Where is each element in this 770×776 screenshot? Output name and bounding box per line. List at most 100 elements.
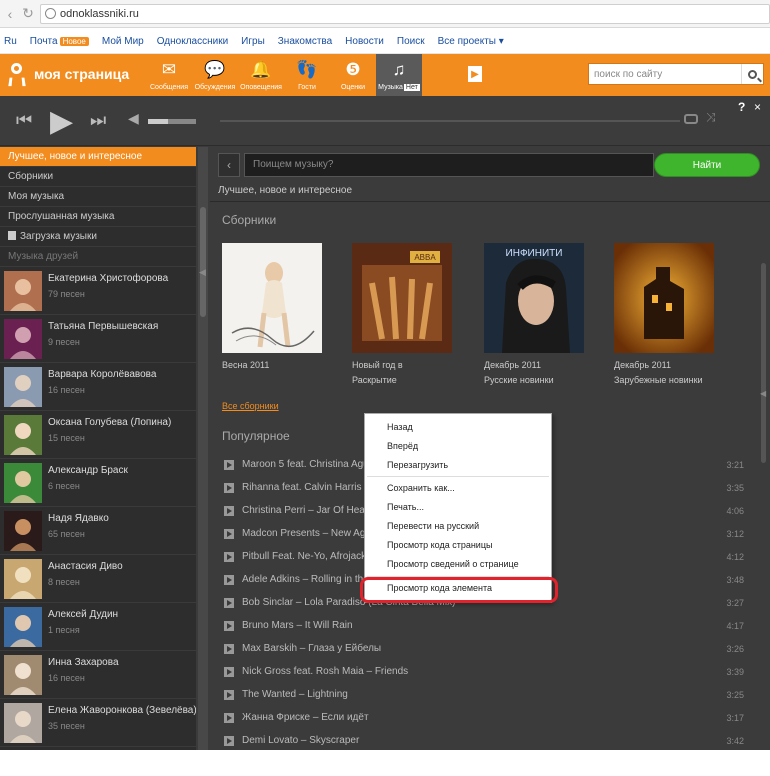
track-title: Christina Perri – Jar Of Hearts: [242, 505, 376, 516]
friend-item[interactable]: Алексей Дудин 1 песня: [0, 603, 196, 651]
play-track-icon[interactable]: [224, 483, 234, 493]
shuffle-icon[interactable]: ⤨: [706, 110, 716, 125]
nav-guests[interactable]: 👣 Гости: [284, 54, 330, 96]
volume-icon[interactable]: ◀: [128, 110, 139, 127]
portal-link-dating[interactable]: Знакомства: [278, 36, 332, 47]
scroll-arrow-icon[interactable]: ◀: [760, 389, 766, 398]
play-track-icon[interactable]: [224, 552, 234, 562]
friend-item[interactable]: Елена Жаворонкова (Зевелёва) 35 песен: [0, 699, 196, 747]
track-row[interactable]: Жанна Фриске – Если идёт 3:17: [224, 708, 744, 728]
track-duration: 3:26: [726, 644, 744, 654]
friend-song-count: 65 песен: [48, 529, 85, 539]
friend-song-count: 16 песен: [48, 385, 85, 395]
track-row[interactable]: Max Barskih – Глаза у Ейбелы 3:26: [224, 639, 744, 659]
context-save-as[interactable]: Сохранить как...: [387, 483, 455, 493]
avatar: [4, 559, 42, 599]
play-track-icon[interactable]: [224, 667, 234, 677]
nav-messages[interactable]: ✉ Сообщения: [146, 54, 192, 96]
sidebar-scrollbar[interactable]: ◀: [198, 147, 208, 750]
portal-link-search[interactable]: Поиск: [397, 36, 425, 47]
nav-ratings[interactable]: ❺ Оценки: [330, 54, 376, 96]
track-row[interactable]: Bruno Mars – It Will Rain 4:17: [224, 616, 744, 636]
music-search-input[interactable]: Поищем музыку?: [244, 153, 654, 177]
track-row[interactable]: Nick Gross feat. Rosh Maia – Friends 3:39: [224, 662, 744, 682]
close-icon[interactable]: ×: [754, 100, 761, 114]
context-translate[interactable]: Перевести на русский: [387, 521, 479, 531]
album-card[interactable]: ИНФИНИТИ Декабрь 2011 Русские новинки: [484, 243, 584, 386]
play-track-icon[interactable]: [224, 506, 234, 516]
site-search-field[interactable]: поиск по сайту: [588, 63, 764, 85]
album-cover: [614, 243, 714, 353]
play-track-icon[interactable]: [224, 621, 234, 631]
friend-item[interactable]: Варвара Королёвавова 16 песен: [0, 363, 196, 411]
portal-link-moi-mir[interactable]: Мой Мир: [102, 36, 144, 47]
play-icon[interactable]: ▶: [50, 104, 73, 139]
portal-link-all-projects[interactable]: Все проекты ▾: [438, 36, 504, 47]
address-field[interactable]: odnoklassniki.ru: [40, 3, 770, 24]
portal-link-ru[interactable]: Ru: [4, 36, 17, 47]
site-search-placeholder: поиск по сайту: [594, 68, 663, 80]
search-icon[interactable]: [741, 64, 763, 84]
friend-item[interactable]: Татьяна Первышевская 9 песен: [0, 315, 196, 363]
play-track-icon[interactable]: [224, 460, 234, 470]
back-button[interactable]: ‹: [218, 153, 240, 177]
friend-item[interactable]: Александр Браск 6 песен: [0, 459, 196, 507]
context-print[interactable]: Печать...: [387, 502, 424, 512]
track-row[interactable]: The Wanted – Lightning 3:25: [224, 685, 744, 705]
context-view-source[interactable]: Просмотр кода страницы: [387, 540, 492, 550]
album-card[interactable]: Декабрь 2011 Зарубежные новинки: [614, 243, 714, 386]
track-duration: 3:21: [726, 460, 744, 470]
globe-icon: [45, 8, 56, 19]
all-compilations-link[interactable]: Все сборники: [222, 401, 279, 411]
friend-item[interactable]: Инна Захарова 16 песен: [0, 651, 196, 699]
play-track-icon[interactable]: [224, 736, 234, 746]
scroll-arrow-icon[interactable]: ◀: [199, 267, 206, 278]
friend-item[interactable]: Надя Ядавко 65 песен: [0, 507, 196, 555]
repeat-icon[interactable]: [684, 114, 698, 124]
sidebar-item-compilations[interactable]: Сборники: [0, 167, 196, 187]
nav-notifications[interactable]: 🔔 Оповещения: [238, 54, 284, 96]
breadcrumb: Лучшее, новое и интересное: [218, 185, 353, 196]
more-arrow-icon[interactable]: ▶: [468, 66, 482, 82]
portal-link-news[interactable]: Новости: [345, 36, 384, 47]
sidebar-item-my-music[interactable]: Моя музыка: [0, 187, 196, 207]
play-track-icon[interactable]: [224, 644, 234, 654]
album-card[interactable]: Весна 2011: [222, 243, 322, 374]
context-divider: [367, 476, 549, 477]
track-progress-bar[interactable]: [220, 120, 680, 122]
next-track-icon[interactable]: ⏭: [90, 110, 106, 131]
portal-link-mail[interactable]: Почта Новое: [30, 36, 89, 47]
reload-icon[interactable]: ↻: [22, 5, 34, 22]
portal-link-odnoklassniki[interactable]: Одноклассники: [157, 36, 228, 47]
volume-slider[interactable]: [148, 119, 196, 124]
context-back[interactable]: Назад: [387, 422, 413, 432]
main-scrollbar[interactable]: ◀: [760, 203, 768, 750]
help-icon[interactable]: ?: [738, 100, 745, 114]
context-reload[interactable]: Перезагрузить: [387, 460, 448, 470]
play-track-icon[interactable]: [224, 598, 234, 608]
find-button[interactable]: Найти: [654, 153, 760, 177]
album-card[interactable]: ABBA Новый год в Раскрытие: [352, 243, 452, 386]
friend-item[interactable]: Оксана Голубева (Лопина) 15 песен: [0, 411, 196, 459]
back-icon[interactable]: ‹: [4, 6, 16, 22]
sidebar-item-best[interactable]: Лучшее, новое и интересное: [0, 147, 196, 167]
play-track-icon[interactable]: [224, 529, 234, 539]
sidebar-item-upload[interactable]: Загрузка музыки: [0, 227, 196, 247]
play-track-icon[interactable]: [224, 690, 234, 700]
context-page-info[interactable]: Просмотр сведений о странице: [387, 559, 519, 569]
friend-item[interactable]: Екатерина Христофорова 79 песен: [0, 267, 196, 315]
previous-track-icon[interactable]: ⏮: [16, 110, 32, 131]
track-row[interactable]: Demi Lovato – Skyscraper 3:42: [224, 731, 744, 751]
sidebar-item-upload-label: Загрузка музыки: [20, 231, 97, 242]
play-track-icon[interactable]: [224, 713, 234, 723]
nav-discussions[interactable]: 💬 Обсуждения: [192, 54, 238, 96]
friend-item[interactable]: Анастасия Диво 8 песен: [0, 555, 196, 603]
my-page-link[interactable]: моя страница: [34, 66, 129, 82]
context-forward[interactable]: Вперёд: [387, 441, 418, 451]
portal-link-games[interactable]: Игры: [241, 36, 265, 47]
nav-music[interactable]: ♫ Музыка Нет: [376, 54, 422, 96]
sidebar-item-listened[interactable]: Прослушанная музыка: [0, 207, 196, 227]
play-track-icon[interactable]: [224, 575, 234, 585]
ok-logo-icon[interactable]: [6, 62, 28, 88]
track-duration: 3:25: [726, 690, 744, 700]
